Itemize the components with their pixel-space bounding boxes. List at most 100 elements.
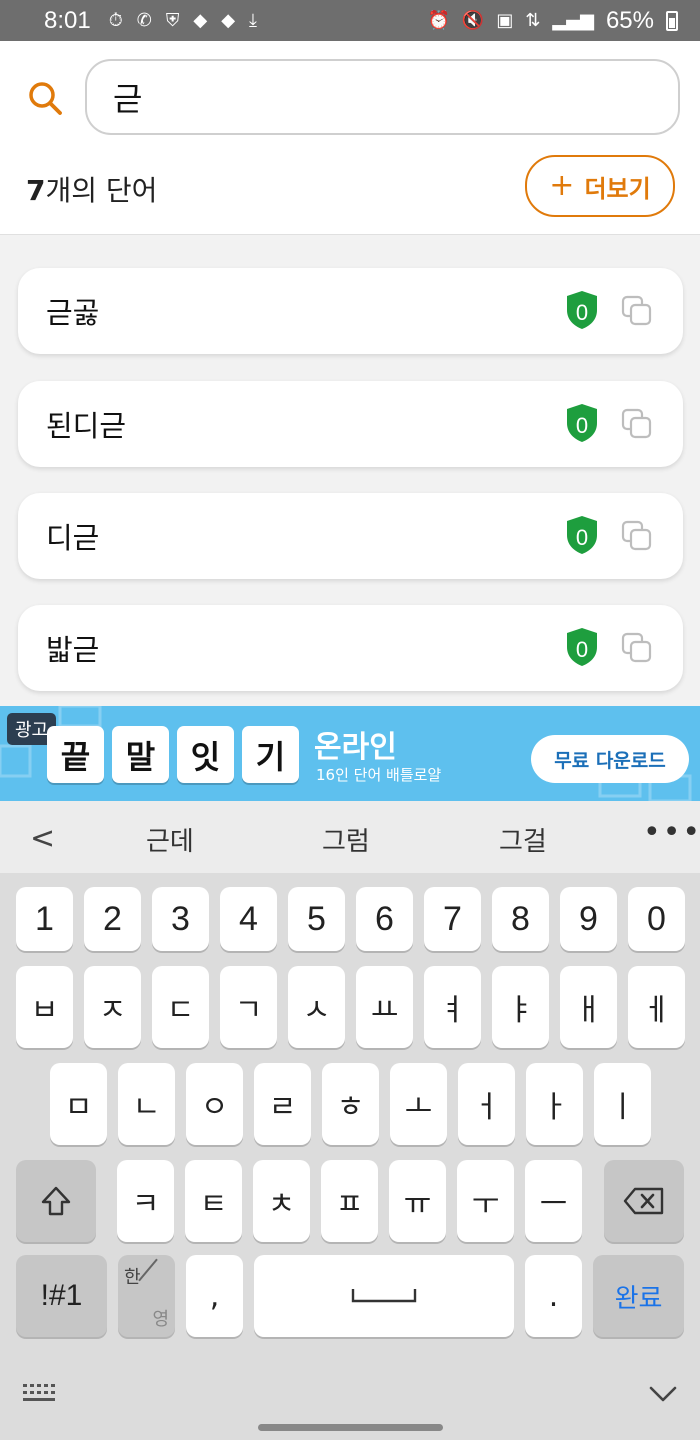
ad-logo-tile: 잇 <box>177 726 234 783</box>
word-card[interactable]: 디귿 0 <box>18 493 683 579</box>
keyboard: 1 2 3 4 5 6 7 8 9 0 ㅂ ㅈ ㄷ ㄱ ㅅ ㅛ ㅕ ㅑ ㅐ ㅔ … <box>0 873 700 1440</box>
key[interactable]: ㅋ <box>117 1160 174 1242</box>
app-notification-icon: ◆ <box>193 9 208 31</box>
search-input-value: 귿 <box>113 80 143 118</box>
comma-key[interactable]: , <box>186 1255 243 1337</box>
key[interactable]: ㅂ <box>16 966 73 1048</box>
word-card[interactable]: 밟귿 0 <box>18 605 683 691</box>
ad-logo-tile: 끝 <box>47 726 104 783</box>
status-bar: 8:01 ⏱ ✆ ⛨ ◆ ◆ ⤓ ⏰ 🔇 ▣ ⇅ ▂▄▆ 65% <box>0 0 700 41</box>
ad-title: 온라인 <box>314 730 397 765</box>
key[interactable]: ㅅ <box>288 966 345 1048</box>
key[interactable]: ㅇ <box>186 1063 243 1145</box>
key[interactable]: ㅣ <box>594 1063 651 1145</box>
shield-badge-icon: 0 <box>567 404 597 442</box>
word-card[interactable]: 귿곯 0 <box>18 268 683 354</box>
mute-icon: 🔇 <box>461 9 485 31</box>
key[interactable]: 7 <box>424 887 481 951</box>
search-header: 귿 7개의 단어 + 더보기 <box>0 41 700 235</box>
ad-logo-tile: 말 <box>112 726 169 783</box>
ad-subtitle: 16인 단어 배틀로얄 <box>316 766 442 784</box>
key[interactable]: ㅌ <box>185 1160 242 1242</box>
key[interactable]: ㅡ <box>525 1160 582 1242</box>
symbols-key[interactable]: !#1 <box>16 1255 107 1337</box>
suggestion-item[interactable]: 근데 <box>146 821 194 858</box>
key[interactable]: ㄴ <box>118 1063 175 1145</box>
key[interactable]: ㅊ <box>253 1160 310 1242</box>
backspace-key[interactable] <box>604 1160 684 1242</box>
key[interactable]: 8 <box>492 887 549 951</box>
ad-download-button[interactable]: 무료 다운로드 <box>531 735 689 783</box>
status-left-icons: ⏱ ✆ ⛨ ◆ ◆ ⤓ <box>109 9 258 31</box>
key[interactable]: ㅛ <box>356 966 413 1048</box>
key[interactable]: ㄹ <box>254 1063 311 1145</box>
suggestion-more-icon[interactable]: ••• <box>643 815 700 850</box>
key[interactable]: ㅐ <box>560 966 617 1048</box>
more-button-label: 더보기 <box>584 174 651 203</box>
status-time: 8:01 <box>44 6 91 34</box>
key[interactable]: 9 <box>560 887 617 951</box>
key[interactable]: 5 <box>288 887 345 951</box>
download-icon: ⤓ <box>249 9 258 31</box>
key[interactable]: ㄷ <box>152 966 209 1048</box>
home-indicator[interactable] <box>258 1424 443 1431</box>
key[interactable]: 3 <box>152 887 209 951</box>
key[interactable]: 2 <box>84 887 141 951</box>
space-key[interactable] <box>254 1255 514 1337</box>
key[interactable]: ㅎ <box>322 1063 379 1145</box>
result-count-suffix: 개의 단어 <box>45 174 158 207</box>
key[interactable]: ㅜ <box>457 1160 514 1242</box>
key[interactable]: ㅗ <box>390 1063 447 1145</box>
search-input[interactable]: 귿 <box>85 59 680 135</box>
suggestion-item[interactable]: 그걸 <box>499 821 547 858</box>
ad-banner[interactable]: 광고 끝 말 잇 기 온라인 16인 단어 배틀로얄 무료 다운로드 <box>0 706 700 801</box>
key[interactable]: ㅠ <box>389 1160 446 1242</box>
word-text: 된디귿 <box>46 409 127 443</box>
shield-status-icon: ⛨ <box>165 9 180 31</box>
shift-key[interactable] <box>16 1160 96 1242</box>
more-button[interactable]: + 더보기 <box>525 155 675 217</box>
copy-icon[interactable] <box>621 520 653 552</box>
key[interactable]: ㅕ <box>424 966 481 1048</box>
done-key[interactable]: 완료 <box>593 1255 684 1337</box>
key[interactable]: ㅔ <box>628 966 685 1048</box>
ad-logo-tile: 기 <box>242 726 299 783</box>
shield-badge-icon: 0 <box>567 516 597 554</box>
shield-badge-count: 0 <box>576 413 588 438</box>
search-icon[interactable] <box>26 79 64 117</box>
result-count-number: 7 <box>26 174 46 207</box>
language-toggle-key[interactable]: 한 영 <box>118 1255 175 1337</box>
key[interactable]: ㅑ <box>492 966 549 1048</box>
battery-icon <box>666 10 678 31</box>
word-text: 귿곯 <box>46 296 100 330</box>
copy-icon[interactable] <box>621 295 653 327</box>
shift-icon <box>41 1186 71 1216</box>
key[interactable]: ㅁ <box>50 1063 107 1145</box>
copy-icon[interactable] <box>621 632 653 664</box>
key[interactable]: ㅓ <box>458 1063 515 1145</box>
chevron-down-icon[interactable] <box>648 1385 678 1403</box>
key[interactable]: 6 <box>356 887 413 951</box>
period-key[interactable]: . <box>525 1255 582 1337</box>
alarm-icon: ⏰ <box>427 9 450 31</box>
shield-badge-count: 0 <box>576 525 588 550</box>
suggestion-back-icon[interactable]: < <box>30 821 55 856</box>
keyboard-suggestion-bar: < 근데 그럼 그걸 ••• <box>0 801 700 873</box>
key[interactable]: ㅏ <box>526 1063 583 1145</box>
word-card[interactable]: 된디귿 0 <box>18 381 683 467</box>
key[interactable]: ㅈ <box>84 966 141 1048</box>
copy-icon[interactable] <box>621 408 653 440</box>
space-icon <box>351 1289 417 1303</box>
key[interactable]: 0 <box>628 887 685 951</box>
hd-voice-lte-icon: ⇅ <box>525 9 541 31</box>
key[interactable]: 1 <box>16 887 73 951</box>
battery-percent: 65% <box>605 6 654 34</box>
keyboard-layout-icon[interactable] <box>22 1382 56 1404</box>
key[interactable]: ㄱ <box>220 966 277 1048</box>
key[interactable]: 4 <box>220 887 277 951</box>
word-text: 밟귿 <box>46 633 100 667</box>
ad-logo-tiles: 끝 말 잇 기 <box>47 726 299 783</box>
suggestion-item[interactable]: 그럼 <box>322 821 370 858</box>
key[interactable]: ㅍ <box>321 1160 378 1242</box>
shield-badge-icon: 0 <box>567 291 597 329</box>
